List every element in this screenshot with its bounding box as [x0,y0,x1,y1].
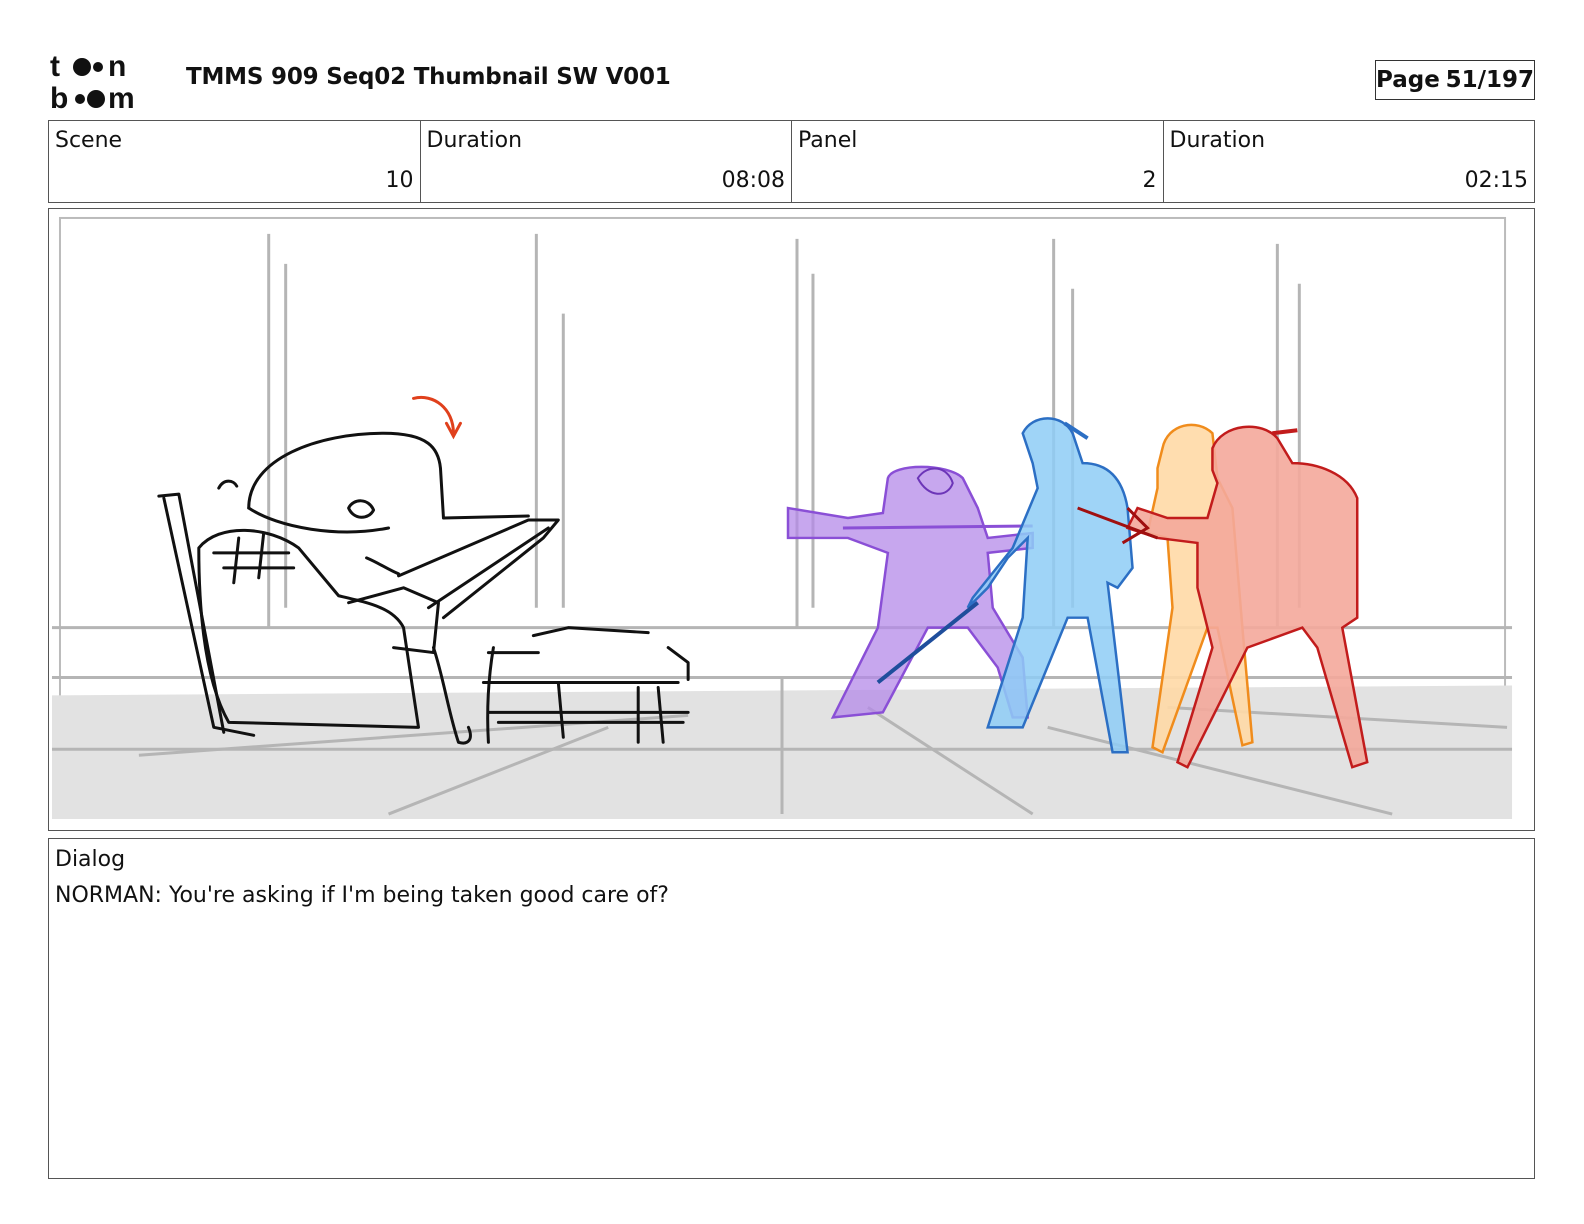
rotation-arrow [412,395,462,440]
page-number: 51/197 [1445,67,1534,93]
dialog-label: Dialog [55,847,126,872]
svg-text:n: n [108,50,126,83]
page-indicator: Page 51/197 [1375,60,1535,100]
panel-cell: Panel 2 [792,121,1164,202]
panel-value: 2 [1142,168,1157,193]
svg-text:m: m [108,82,135,112]
panel-duration-label: Duration [1169,128,1266,153]
panel-label: Panel [798,128,858,153]
scene-duration-cell: Duration 08:08 [421,121,792,202]
svg-text:t: t [50,50,60,83]
panel-sketch [51,216,1513,820]
toon-boom-logo: t n b m [50,50,135,112]
svg-text:b: b [50,82,68,112]
dialog-text: NORMAN: You're asking if I'm being taken… [55,883,669,908]
scene-value: 10 [385,168,414,193]
dialog-box: Dialog NORMAN: You're asking if I'm bein… [48,838,1535,1179]
scene-duration-label: Duration [426,128,523,153]
scene-info-table: Scene 10 Duration 08:08 Panel 2 Duration… [48,120,1535,203]
panel-duration-value: 02:15 [1464,168,1528,193]
purple-turtle [786,465,1034,719]
panel-duration-cell: Duration 02:15 [1164,121,1535,202]
document-title: TMMS 909 Seq02 Thumbnail SW V001 [186,64,671,90]
scene-label: Scene [55,128,123,153]
storyboard-panel [48,208,1535,831]
scene-cell: Scene 10 [49,121,421,202]
page-label: Page [1376,67,1440,93]
scene-duration-value: 08:08 [721,168,785,193]
